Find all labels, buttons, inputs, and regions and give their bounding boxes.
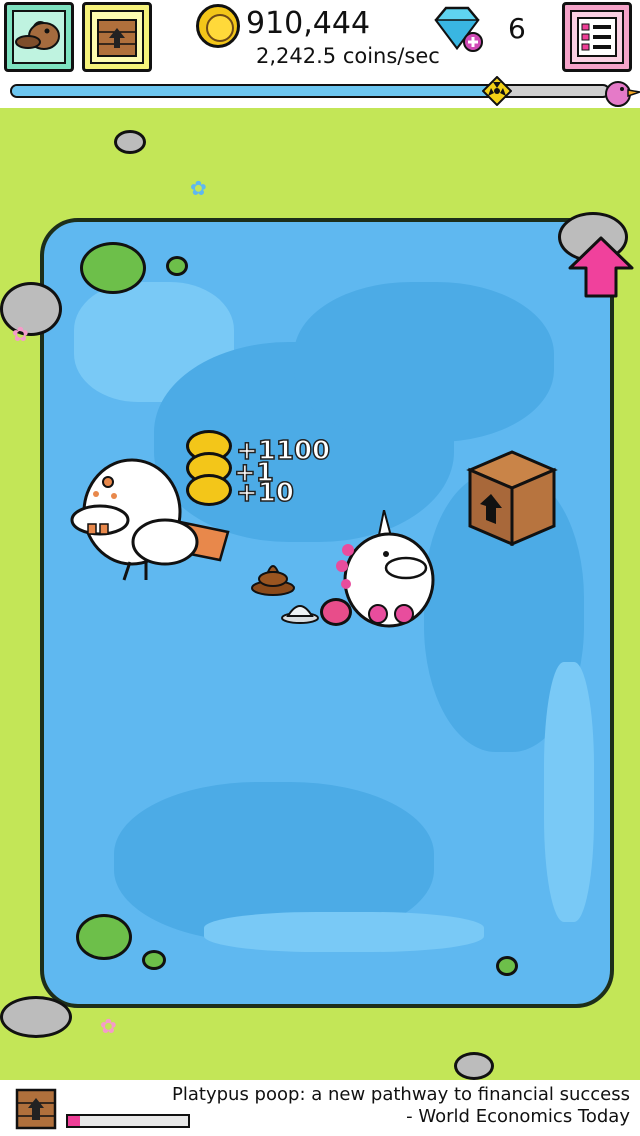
coin-amount: 910,444 <box>246 6 371 41</box>
lily-pad <box>80 242 146 294</box>
radiation-icon <box>482 76 512 106</box>
evolution-progress-bar <box>10 84 610 98</box>
unicorn-platypus-creature[interactable] <box>334 510 444 630</box>
menu-button[interactable] <box>562 2 632 72</box>
water-highlight <box>544 662 594 922</box>
water-highlight <box>204 912 484 952</box>
flower-icon: ✿ <box>12 322 29 346</box>
news-quote: Platypus poop: a new pathway to financia… <box>172 1084 630 1105</box>
list-menu-icon <box>570 10 624 64</box>
mystery-crate[interactable] <box>466 448 558 546</box>
box-drop-progress-fill <box>68 1116 80 1126</box>
water-shadow <box>294 282 554 442</box>
evolution-progress-fill <box>12 86 501 96</box>
crate-icon <box>90 10 144 64</box>
rock <box>114 130 146 154</box>
coin-icon <box>186 474 232 506</box>
flower-icon: ✿ <box>190 176 207 200</box>
gem-icon[interactable] <box>430 4 484 54</box>
lily-pad <box>142 950 166 970</box>
news-ticker: Platypus poop: a new pathway to financia… <box>172 1084 630 1128</box>
flower-icon: ✿ <box>100 1014 117 1038</box>
gem-count: 6 <box>508 12 526 45</box>
coin-stack[interactable] <box>186 430 236 520</box>
lily-pad <box>76 914 132 960</box>
poop-icon[interactable] <box>250 560 296 596</box>
pink-up-arrow-icon[interactable] <box>566 234 636 300</box>
coin-rate: 2,242.5 coins/sec <box>256 44 440 68</box>
grass-field[interactable]: ✿ ✿ ✿ ✿ +1100 +1 +10 <box>0 108 640 1080</box>
diamond-poop-icon[interactable] <box>280 594 320 624</box>
top-hud: 910,444 2,242.5 coins/sec 6 <box>0 0 640 78</box>
platypus-portrait-icon <box>12 10 66 64</box>
pink-bird-icon <box>605 81 640 107</box>
floating-coin-text: +10 <box>235 477 294 509</box>
evolutions-button[interactable] <box>4 2 74 72</box>
boxes-button[interactable] <box>82 2 152 72</box>
lily-pad <box>496 956 518 976</box>
news-source: - World Economics Today <box>406 1106 630 1127</box>
rock <box>0 282 62 336</box>
rock <box>0 996 72 1038</box>
rock <box>454 1052 494 1080</box>
lily-pad <box>166 256 188 276</box>
coin-icon <box>196 4 240 48</box>
bottom-bar: Platypus poop: a new pathway to financia… <box>0 1080 640 1136</box>
crate-icon[interactable] <box>14 1086 58 1132</box>
